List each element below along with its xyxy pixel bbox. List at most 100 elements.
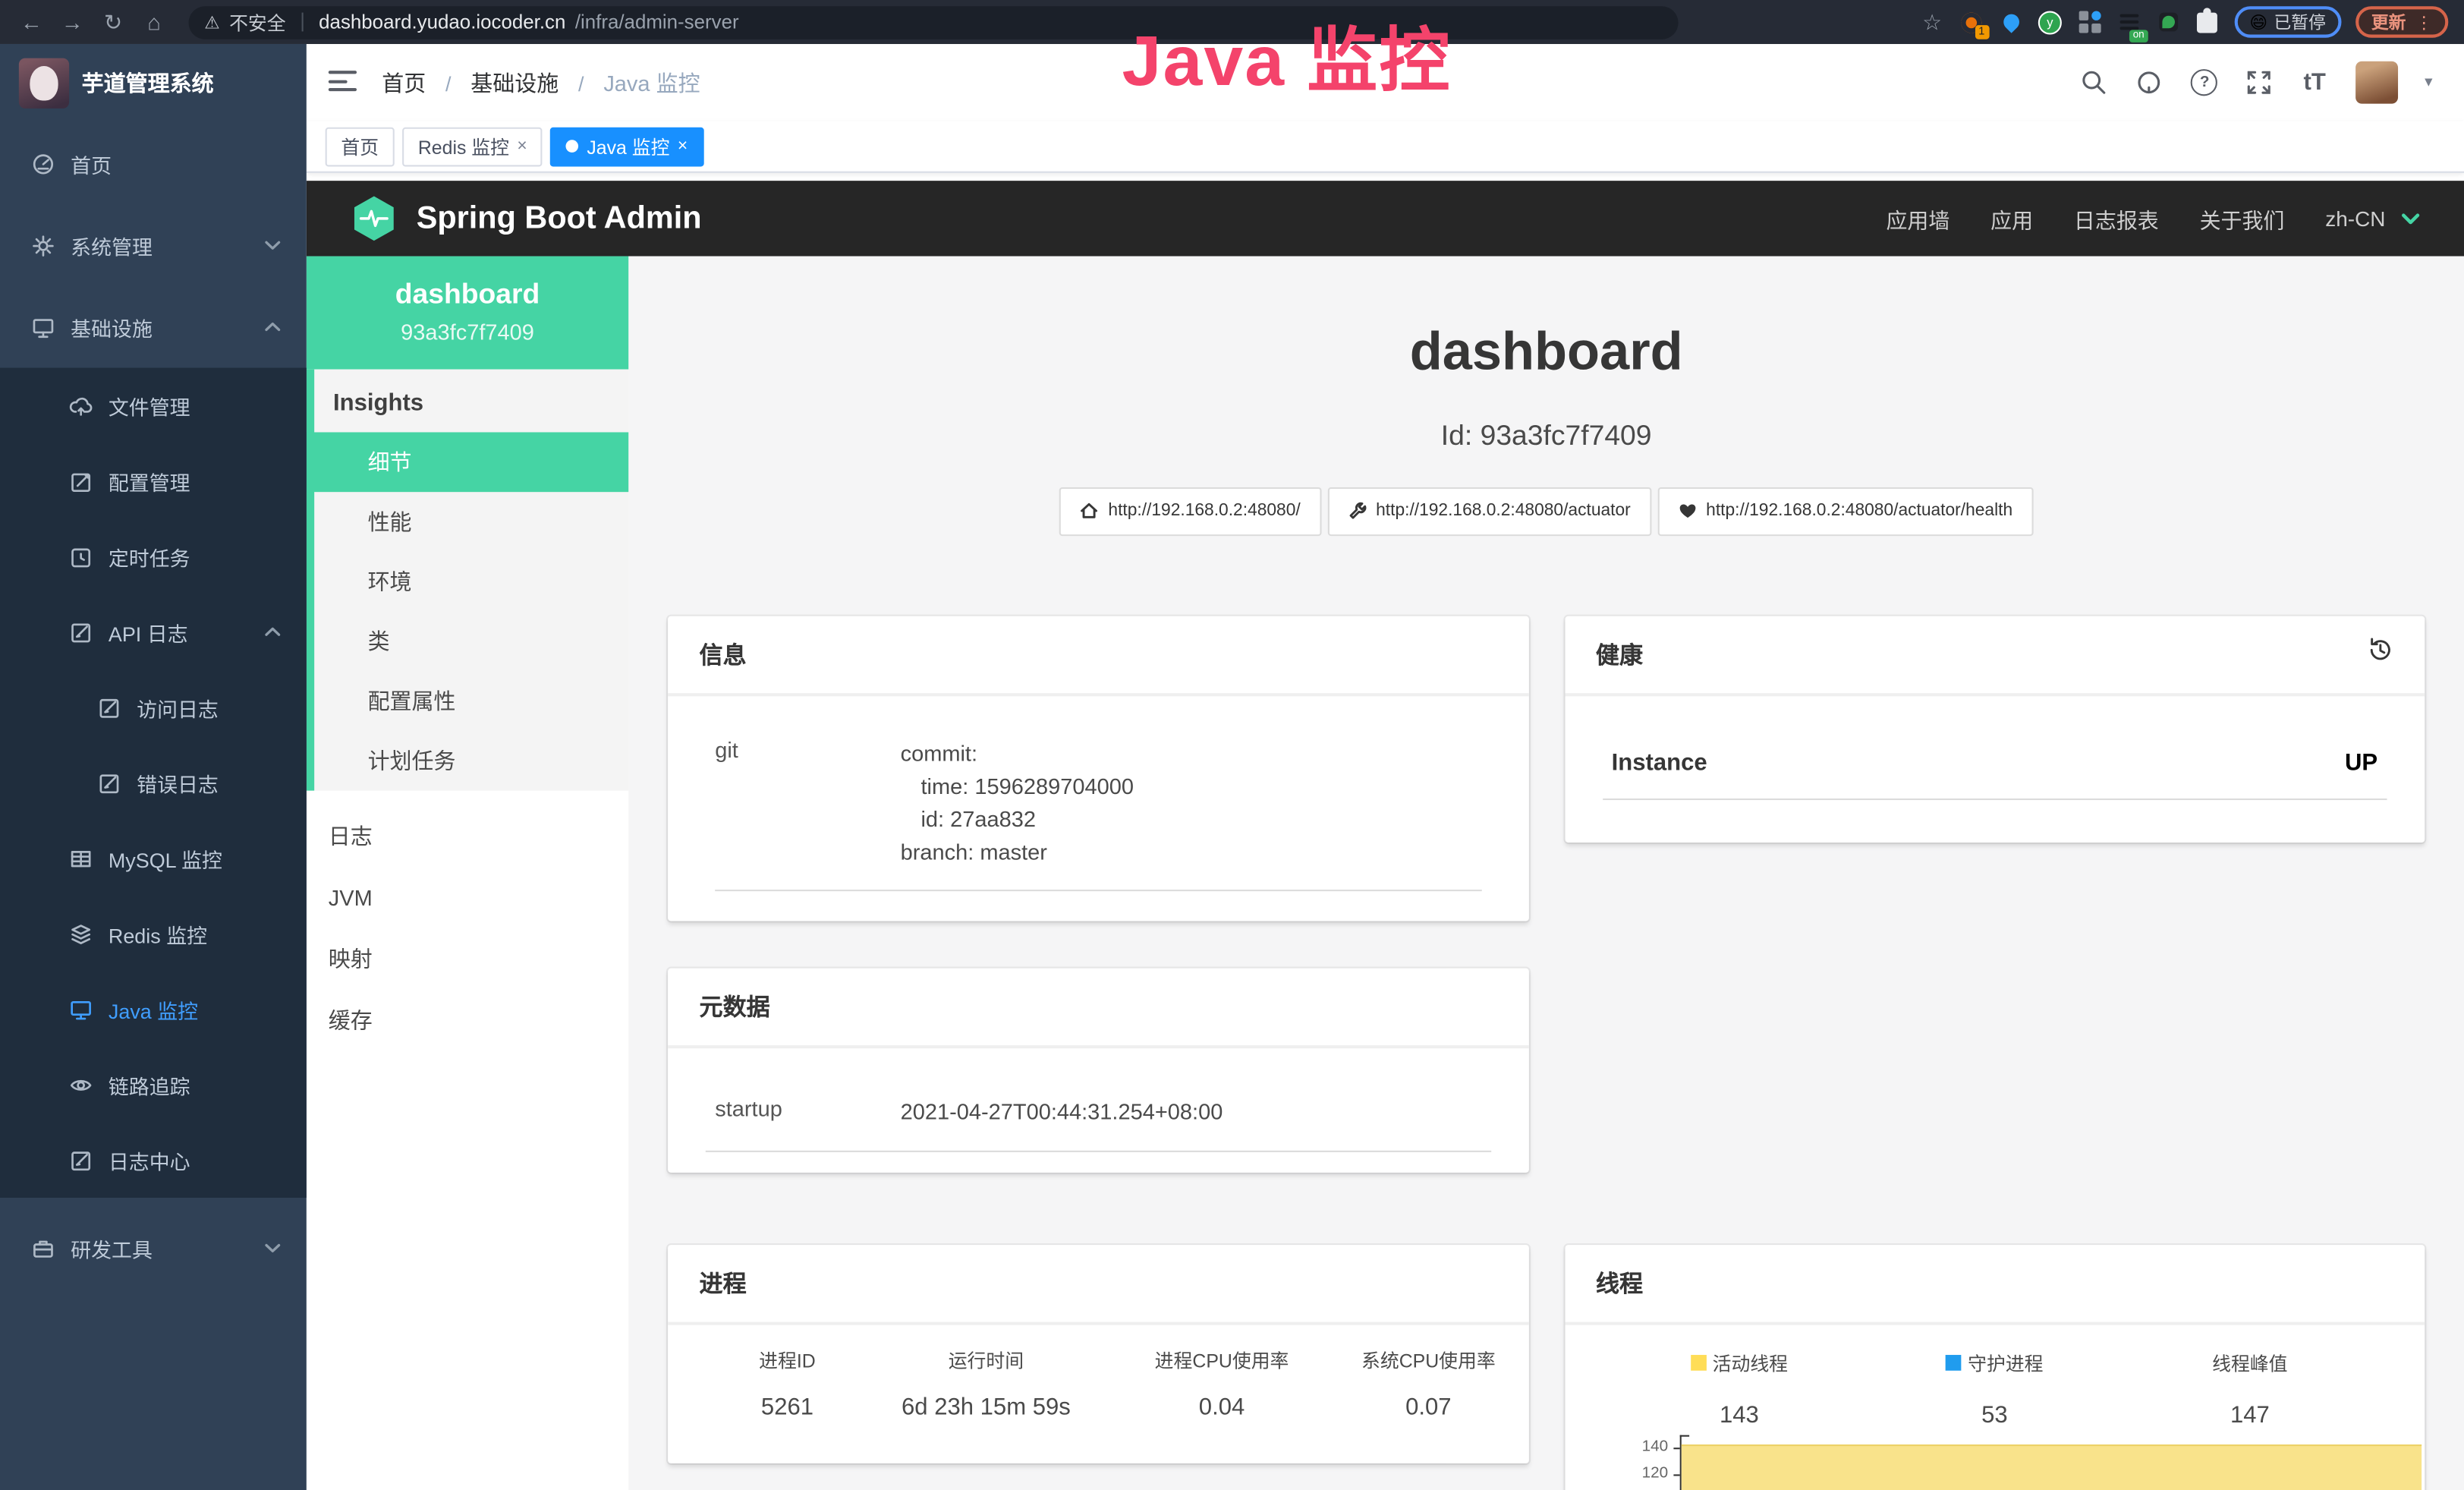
sba-menu-caches[interactable]: 缓存	[307, 991, 629, 1052]
health-card-header: 健康	[1564, 616, 2425, 696]
breadcrumb-home[interactable]: 首页	[382, 70, 426, 95]
card-title: 线程	[1596, 1267, 1643, 1299]
search-icon[interactable]	[2081, 68, 2109, 96]
log-edit-icon	[69, 1148, 93, 1172]
bookmark-star-icon[interactable]: ☆	[1920, 9, 1945, 34]
navbar-actions: ? tT ▾	[2081, 61, 2433, 104]
tags-view-bar: 首页 Redis 监控× Java 监控×	[307, 121, 2464, 172]
sba-title[interactable]: Spring Boot Admin	[417, 200, 702, 237]
sba-main-content: dashboard Id: 93a3fc7f7409 http://192.16…	[628, 257, 2464, 1490]
sba-menu-logs[interactable]: 日志	[307, 806, 629, 868]
threads-card-header: 线程	[1564, 1245, 2425, 1325]
sidebar-item-redis-monitor[interactable]: Redis 监控	[0, 896, 307, 971]
sidebar-item-home[interactable]: 首页	[0, 123, 307, 205]
sba-nav-about[interactable]: 关于我们	[2200, 203, 2285, 234]
browser-back-icon[interactable]: ←	[16, 9, 47, 34]
chrome-update-button[interactable]: 更新 ⋮	[2355, 6, 2448, 37]
sba-nav-applications[interactable]: 应用	[1990, 203, 2033, 234]
sba-menu-environment[interactable]: 环境	[314, 552, 628, 612]
not-secure-label[interactable]: 不安全	[229, 8, 286, 35]
sba-menu-config-props[interactable]: 配置属性	[314, 671, 628, 731]
help-icon[interactable]: ?	[2191, 68, 2219, 96]
card-title: 元数据	[700, 990, 770, 1022]
browser-reload-icon[interactable]: ↻	[97, 8, 128, 35]
service-url-button[interactable]: http://192.168.0.2:48080/	[1059, 487, 1320, 535]
user-menu-caret-icon[interactable]: ▾	[2425, 74, 2432, 91]
instance-id: 93a3fc7f7409	[319, 319, 615, 344]
language-caret-icon	[2401, 212, 2420, 226]
fullscreen-icon[interactable]	[2245, 68, 2274, 96]
sidebar-item-api-logs[interactable]: API 日志	[0, 594, 307, 669]
sba-menu-jvm[interactable]: JVM	[307, 868, 629, 929]
sba-nav-wallboard[interactable]: 应用墙	[1886, 203, 1949, 234]
extension-list-icon[interactable]: on	[2116, 9, 2141, 34]
tag-java-monitor[interactable]: Java 监控×	[551, 127, 703, 166]
browser-forward-icon[interactable]: →	[57, 9, 88, 34]
breadcrumb: 首页 / 基础设施 / Java 监控	[382, 67, 700, 98]
metadata-card: 元数据 startup 2021-04-27T00:44:31.254+08:0…	[668, 968, 1528, 1172]
sidebar-item-dev-tools[interactable]: 研发工具	[0, 1207, 307, 1289]
sba-menu-details[interactable]: 细节	[307, 432, 629, 492]
sba-menu-mappings[interactable]: 映射	[307, 929, 629, 991]
extension-grid-icon[interactable]	[2077, 9, 2102, 34]
metadata-key: startup	[715, 1095, 900, 1120]
health-history-icon[interactable]	[2367, 637, 2393, 672]
url-host[interactable]: dashboard.yudao.iocoder.cn	[319, 11, 565, 33]
sba-menu-classes[interactable]: 类	[314, 612, 628, 672]
sidebar-item-system[interactable]: 系统管理	[0, 204, 307, 286]
app-sidebar: 芋道管理系统 首页 系统管理 基础设施 文件管理	[0, 44, 307, 1490]
info-card: 信息 git commit: time: 1596289704000 id: 2…	[668, 616, 1528, 921]
extension-y-icon[interactable]: y	[2038, 9, 2063, 34]
breadcrumb-infrastructure[interactable]: 基础设施	[470, 70, 559, 95]
threads-chart: 140 120 100	[1564, 1433, 2425, 1490]
sidebar-item-scheduled-jobs[interactable]: 定时任务	[0, 518, 307, 594]
sidebar-item-tracing[interactable]: 链路追踪	[0, 1047, 307, 1122]
info-key: git	[715, 737, 900, 869]
insights-group-label[interactable]: Insights	[314, 370, 628, 433]
sidebar-item-log-center[interactable]: 日志中心	[0, 1123, 307, 1198]
github-icon[interactable]	[2135, 68, 2163, 96]
sidebar-item-error-logs[interactable]: 错误日志	[0, 745, 307, 821]
app-logo-row[interactable]: 芋道管理系统	[0, 44, 307, 123]
process-card: 进程 进程ID 运行时间 进程CPU使用率 系统CPU使用率 CPU核心数	[668, 1245, 1528, 1463]
sba-instance-header[interactable]: dashboard 93a3fc7f7409	[307, 257, 629, 370]
sidebar-item-java-monitor[interactable]: Java 监控	[0, 972, 307, 1047]
history-icon	[69, 545, 93, 569]
screen: ← → ↻ ⌂ ⚠ 不安全 dashboard.yudao.iocoder.cn…	[0, 0, 2464, 1490]
sba-nav-journal[interactable]: 日志报表	[2074, 203, 2159, 234]
extension-orange-icon[interactable]: 1	[1959, 9, 1984, 34]
user-avatar[interactable]	[2355, 61, 2398, 104]
extension-leaf-icon[interactable]	[2155, 9, 2180, 34]
tag-home[interactable]: 首页	[326, 127, 395, 166]
info-value: commit: time: 1596289704000 id: 27aa832 …	[901, 737, 1134, 869]
process-table-header: 进程ID 运行时间 进程CPU使用率 系统CPU使用率 CPU核心数	[706, 1347, 1490, 1373]
browser-home-icon[interactable]: ⌂	[138, 9, 169, 34]
sidebar-item-access-logs[interactable]: 访问日志	[0, 669, 307, 745]
sidebar-toggle-icon[interactable]	[329, 71, 357, 94]
close-icon[interactable]: ×	[517, 137, 527, 156]
briefcase-icon	[31, 1236, 55, 1260]
address-bar[interactable]: ⚠ 不安全 dashboard.yudao.iocoder.cn/infra/a…	[188, 5, 1678, 38]
sba-menu-metrics[interactable]: 性能	[314, 492, 628, 552]
sidebar-item-config-management[interactable]: 配置管理	[0, 443, 307, 518]
sidebar-item-file-management[interactable]: 文件管理	[0, 368, 307, 443]
sidebar-item-infrastructure[interactable]: 基础设施	[0, 286, 307, 368]
extensions-puzzle-icon[interactable]	[2195, 9, 2220, 34]
font-size-icon[interactable]: tT	[2301, 68, 2329, 96]
app-title: 芋道管理系统	[82, 68, 214, 99]
sidebar-item-mysql-monitor[interactable]: MySQL 监控	[0, 821, 307, 896]
browser-menu-kebab-icon[interactable]: ⋮	[2415, 12, 2433, 33]
sba-menu-scheduled-tasks[interactable]: 计划任务	[314, 731, 628, 791]
sba-nav-language[interactable]: zh-CN	[2325, 206, 2385, 230]
health-url-button[interactable]: http://192.168.0.2:48080/actuator/health	[1657, 487, 2033, 535]
url-path[interactable]: /infra/admin-server	[575, 11, 739, 33]
metadata-card-header: 元数据	[668, 968, 1528, 1048]
profile-paused-badge[interactable]: 😄 已暂停	[2234, 6, 2342, 37]
process-card-header: 进程	[668, 1245, 1528, 1325]
edit-icon	[69, 469, 93, 493]
extension-pin-icon[interactable]	[1998, 9, 2023, 34]
actuator-url-button[interactable]: http://192.168.0.2:48080/actuator	[1327, 487, 1651, 535]
gear-icon	[31, 234, 55, 257]
close-icon[interactable]: ×	[678, 137, 688, 156]
tag-redis-monitor[interactable]: Redis 监控×	[402, 127, 543, 166]
